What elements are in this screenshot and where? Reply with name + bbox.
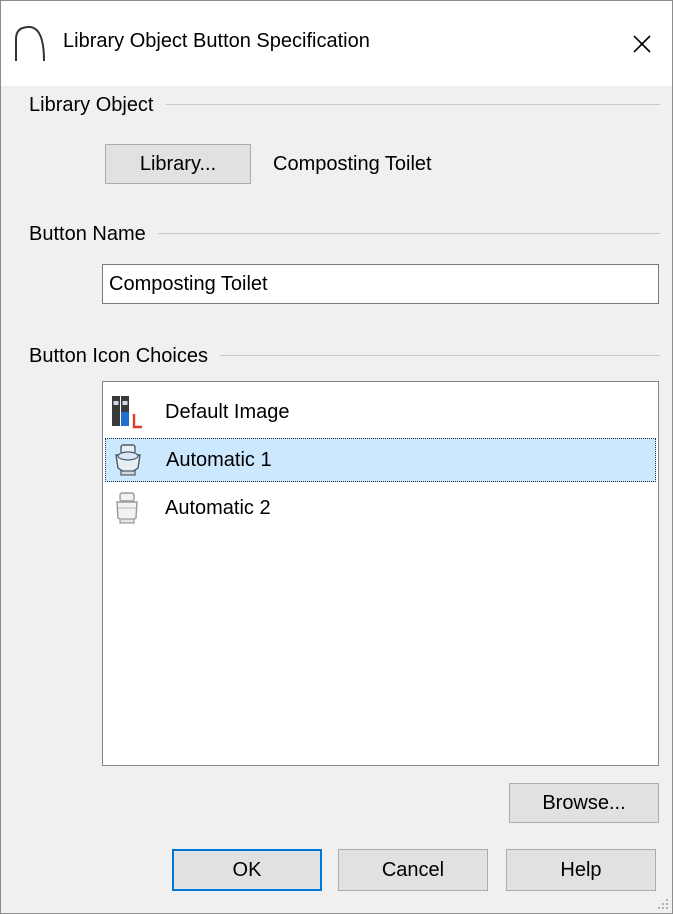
help-button[interactable]: Help (506, 849, 656, 891)
list-item-automatic-1[interactable]: Automatic 1 (105, 438, 656, 482)
library-object-label: Library Object (29, 94, 166, 117)
library-books-icon (112, 396, 142, 429)
library-button[interactable]: Library... (105, 144, 251, 184)
list-item-label: Automatic 1 (166, 448, 272, 471)
list-item-label: Default Image (165, 400, 290, 423)
close-button[interactable] (612, 1, 672, 86)
list-item-automatic-2[interactable]: Automatic 2 (105, 486, 656, 530)
browse-button[interactable]: Browse... (509, 783, 659, 823)
resize-grip-icon[interactable] (654, 895, 670, 911)
icon-choices-list[interactable]: Default Image Automatic 1 Automatic 2 (102, 381, 659, 766)
icon-choices-label: Button Icon Choices (29, 345, 220, 368)
toilet-icon (115, 444, 141, 476)
button-name-input[interactable] (102, 264, 659, 304)
list-item-default-image[interactable]: Default Image (105, 390, 656, 434)
ok-button[interactable]: OK (172, 849, 322, 891)
cancel-button[interactable]: Cancel (338, 849, 488, 891)
library-object-name: Composting Toilet (273, 153, 432, 175)
window-title: Library Object Button Specification (63, 30, 370, 52)
list-item-label: Automatic 2 (165, 496, 271, 519)
arch-app-icon (15, 25, 45, 62)
button-name-label: Button Name (29, 223, 158, 246)
close-icon (633, 34, 651, 53)
library-object-button-dialog: Library Object Button Specification Libr… (0, 0, 673, 914)
title-bar[interactable]: Library Object Button Specification (1, 1, 672, 86)
toilet-gray-icon (116, 492, 138, 524)
